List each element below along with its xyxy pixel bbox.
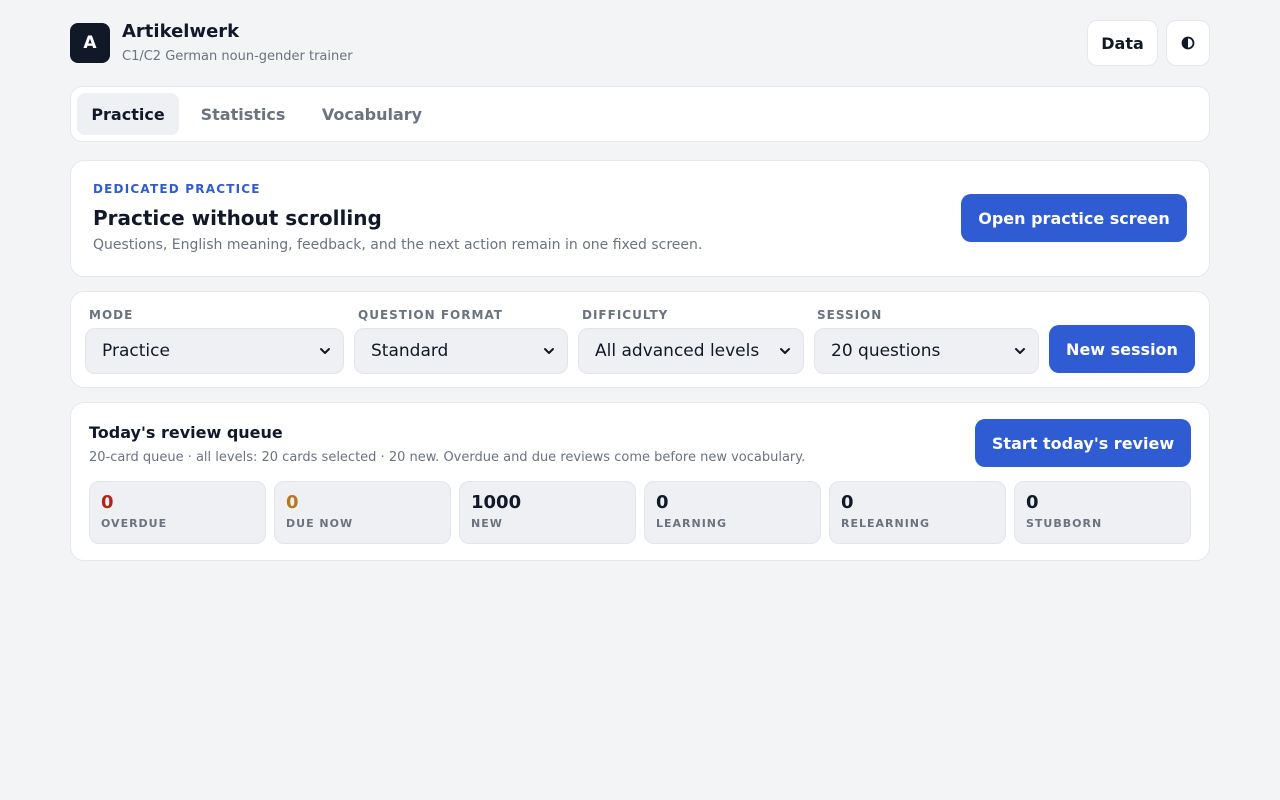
format-label: QUESTION FORMAT — [358, 308, 503, 322]
stat-value: 0 — [656, 492, 669, 513]
session-select[interactable]: 20 questions — [814, 328, 1039, 374]
stat-label: DUE NOW — [286, 517, 354, 530]
stat-learning: 0 LEARNING — [644, 481, 821, 544]
stat-label: LEARNING — [656, 517, 728, 530]
difficulty-select-value: All advanced levels — [595, 341, 760, 361]
session-label: SESSION — [817, 308, 883, 322]
stat-value: 0 — [101, 492, 114, 513]
mode-select[interactable]: Practice — [85, 328, 344, 374]
open-practice-screen-button[interactable]: Open practice screen — [961, 194, 1187, 242]
format-select-value: Standard — [371, 341, 449, 361]
review-title: Today's review queue — [89, 423, 283, 442]
stat-label: STUBBORN — [1026, 517, 1103, 530]
stat-new: 1000 NEW — [459, 481, 636, 544]
contrast-icon — [1181, 36, 1195, 50]
chevron-down-icon — [544, 348, 554, 354]
tab-statistics[interactable]: Statistics — [187, 93, 299, 135]
stat-label: NEW — [471, 517, 503, 530]
chevron-down-icon — [780, 348, 790, 354]
theme-toggle-button[interactable] — [1166, 20, 1210, 66]
dedicated-eyebrow: DEDICATED PRACTICE — [93, 182, 261, 196]
mode-label: MODE — [89, 308, 134, 322]
format-select[interactable]: Standard — [354, 328, 568, 374]
stat-value: 0 — [1026, 492, 1039, 513]
start-review-button[interactable]: Start today's review — [975, 419, 1191, 467]
stat-overdue: 0 OVERDUE — [89, 481, 266, 544]
dedicated-description: Questions, English meaning, feedback, an… — [93, 237, 703, 253]
tab-practice[interactable]: Practice — [77, 93, 179, 135]
data-button[interactable]: Data — [1087, 20, 1158, 66]
tab-vocabulary[interactable]: Vocabulary — [307, 93, 437, 135]
session-select-value: 20 questions — [831, 341, 941, 361]
mode-select-value: Practice — [102, 341, 170, 361]
app-header: A Artikelwerk C1/C2 German noun-gender t… — [70, 20, 1210, 66]
tab-bar: Practice Statistics Vocabulary — [70, 86, 1210, 142]
stat-value: 1000 — [471, 492, 522, 513]
stat-value: 0 — [286, 492, 299, 513]
stat-value: 0 — [841, 492, 854, 513]
new-session-button[interactable]: New session — [1049, 325, 1195, 373]
difficulty-label: DIFFICULTY — [582, 308, 669, 322]
session-settings-card: MODE Practice QUESTION FORMAT Standard D… — [70, 291, 1210, 388]
app-title: Artikelwerk — [122, 21, 240, 42]
dedicated-practice-card: DEDICATED PRACTICE Practice without scro… — [70, 160, 1210, 277]
stat-label: OVERDUE — [101, 517, 168, 530]
dedicated-title: Practice without scrolling — [93, 206, 382, 230]
review-description: 20-card queue · all levels: 20 cards sel… — [89, 450, 806, 465]
stat-due-now: 0 DUE NOW — [274, 481, 451, 544]
stat-label: RELEARNING — [841, 517, 931, 530]
chevron-down-icon — [320, 348, 330, 354]
review-queue-card: Today's review queue 20-card queue · all… — [70, 402, 1210, 561]
stat-relearning: 0 RELEARNING — [829, 481, 1006, 544]
app-subtitle: C1/C2 German noun-gender trainer — [122, 49, 353, 64]
chevron-down-icon — [1015, 348, 1025, 354]
app-logo: A — [70, 23, 110, 63]
stat-stubborn: 0 STUBBORN — [1014, 481, 1191, 544]
difficulty-select[interactable]: All advanced levels — [578, 328, 804, 374]
